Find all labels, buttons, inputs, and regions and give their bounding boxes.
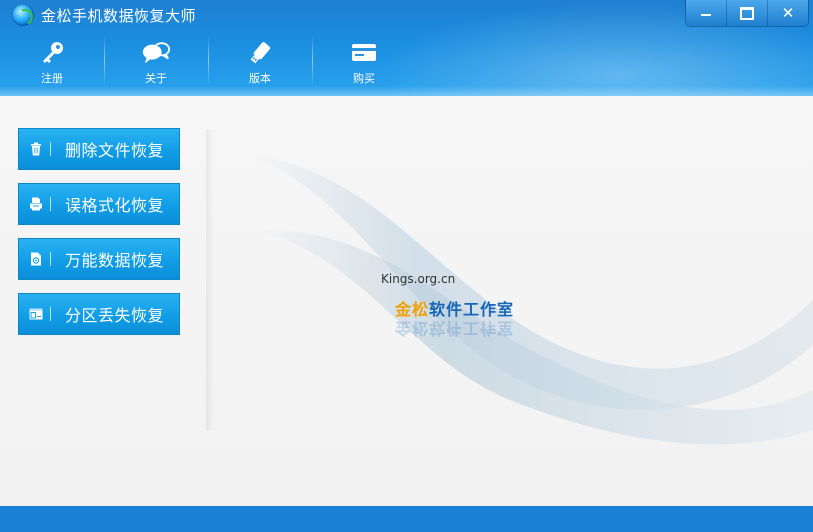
status-bar — [0, 506, 813, 532]
minimize-button[interactable] — [686, 0, 726, 26]
partition-icon — [28, 306, 44, 322]
menu-separator — [50, 307, 51, 321]
window-controls: ✕ — [685, 0, 809, 27]
app-logo-icon — [12, 4, 34, 26]
printer-icon — [28, 196, 44, 212]
brand-name-highlight: 金松 — [395, 300, 430, 319]
brand-url: Kings.org.cn — [381, 272, 456, 286]
toolbar-buy-label: 购买 — [353, 72, 375, 85]
brand-name-reflection: 金松软件工作室 — [395, 319, 515, 338]
title-bar[interactable]: 金松手机数据恢复大师 ✕ — [0, 0, 813, 30]
toolbar-version-label: 版本 — [249, 72, 271, 85]
deleted-file-recovery-button[interactable]: 删除文件恢复 — [18, 128, 180, 170]
deleted-file-recovery-label: 删除文件恢复 — [65, 141, 165, 160]
menu-separator — [50, 197, 51, 211]
toolbar-version-button[interactable]: 版本 — [208, 30, 312, 92]
minimize-icon — [701, 14, 711, 16]
brand-name-rest: 软件工作室 — [429, 300, 515, 319]
toolbar-register-label: 注册 — [41, 72, 63, 85]
close-icon: ✕ — [781, 3, 795, 22]
header: 金松手机数据恢复大师 ✕ 注册 关于 版本 购买 — [0, 0, 813, 96]
partition-recovery-label: 分区丢失恢复 — [65, 306, 165, 325]
menu-separator — [50, 142, 51, 156]
menu-separator — [50, 252, 51, 266]
key-icon — [37, 40, 67, 66]
maximize-button[interactable] — [726, 0, 767, 26]
universal-data-recovery-label: 万能数据恢复 — [65, 251, 165, 270]
toolbar-about-button[interactable]: 关于 — [104, 30, 208, 92]
background-wave-decoration — [250, 155, 813, 445]
usb-drive-icon — [245, 40, 275, 66]
toolbar-about-label: 关于 — [145, 72, 167, 85]
chat-bubbles-icon — [141, 40, 171, 66]
credit-card-icon — [349, 40, 379, 66]
trash-icon — [28, 141, 44, 157]
format-recovery-label: 误格式化恢复 — [65, 196, 165, 215]
document-icon — [28, 251, 44, 267]
partition-recovery-button[interactable]: 分区丢失恢复 — [18, 293, 180, 335]
toolbar-register-button[interactable]: 注册 — [0, 30, 104, 92]
brand-name: 金松软件工作室 — [395, 296, 514, 320]
close-button[interactable]: ✕ — [767, 0, 808, 26]
toolbar: 注册 关于 版本 购买 — [0, 30, 416, 96]
toolbar-buy-button[interactable]: 购买 — [312, 30, 416, 92]
app-title: 金松手机数据恢复大师 — [41, 7, 197, 25]
universal-data-recovery-button[interactable]: 万能数据恢复 — [18, 238, 180, 280]
format-recovery-button[interactable]: 误格式化恢复 — [18, 183, 180, 225]
maximize-icon — [740, 6, 754, 20]
